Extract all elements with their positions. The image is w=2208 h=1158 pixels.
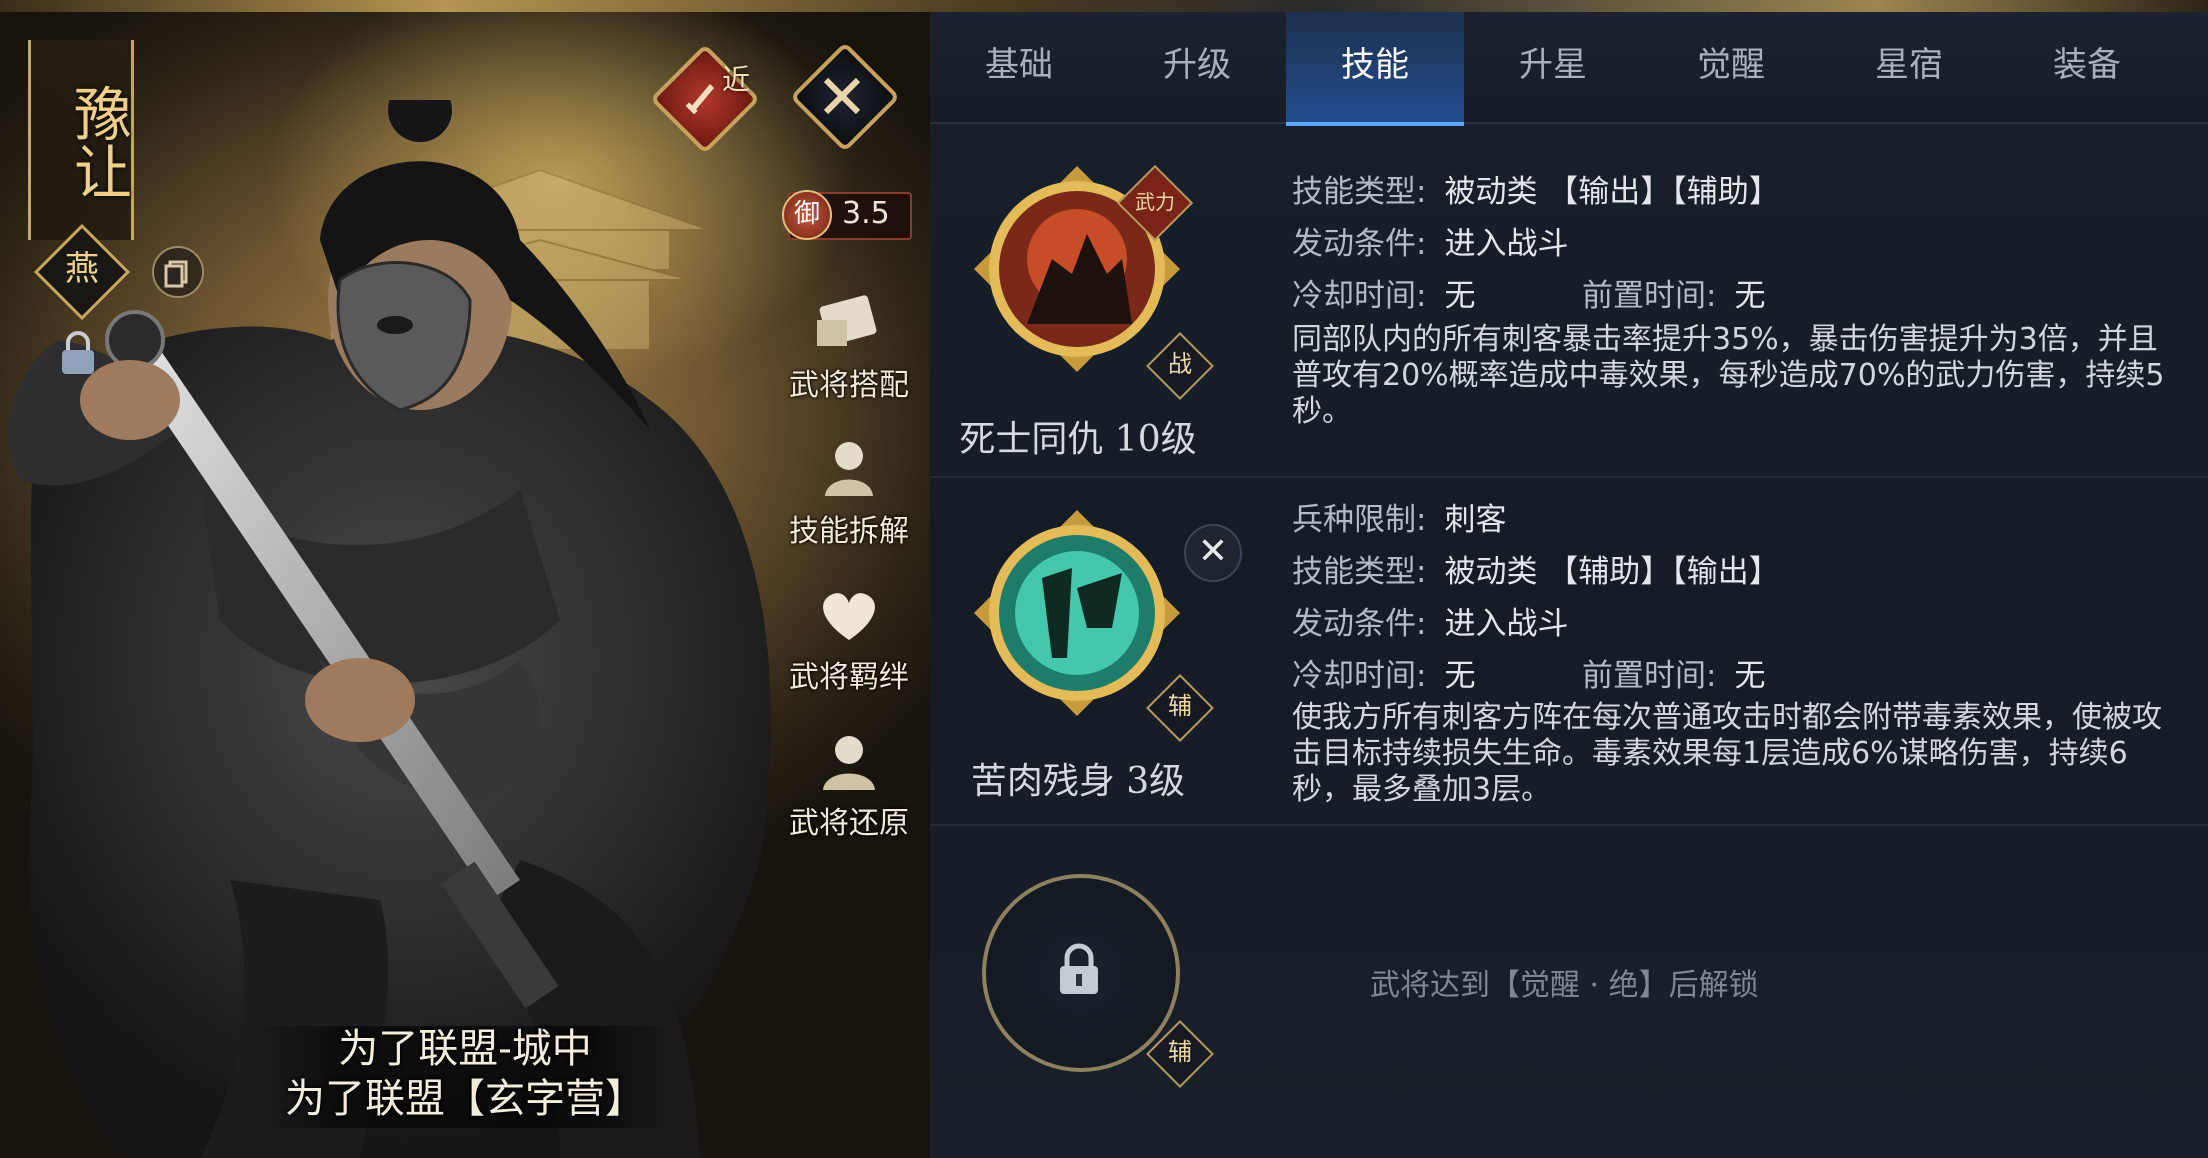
caption-line-2: 为了联盟【玄字营】: [285, 1076, 645, 1122]
general-icon: [823, 736, 875, 790]
lock-icon[interactable]: [58, 330, 98, 376]
skill-2-type-value: 被动类 【辅助】【输出】: [1444, 554, 1780, 590]
hero-pairing-button[interactable]: 武将搭配: [784, 290, 914, 403]
tab-basic[interactable]: 基础: [930, 12, 1108, 122]
tab-upgrade[interactable]: 升级: [1108, 12, 1286, 122]
skill-row-2: ✕ 辅 苦肉残身 3级 兵种限制: 刺客 技能类型: 被动类 【辅助】【输出】 发动…: [930, 478, 2208, 826]
skill-panel: 基础 升级 技能 升星 觉醒 星宿 装备 武力 战 死士同仇 10级 技能类型:…: [930, 12, 2208, 1158]
skill-2-cooldown-value: 无: [1444, 658, 1476, 694]
top-border: [0, 0, 2208, 12]
skill-breakdown-button[interactable]: 技能拆解: [784, 436, 914, 549]
skill-1-precast-value: 无: [1734, 278, 1766, 314]
skill-2-trigger-key: 发动条件:: [1292, 606, 1427, 642]
hero-restore-label: 武将还原: [789, 806, 909, 841]
skill-1-name: 死士同仇 10级: [959, 419, 1197, 460]
skill-2-limit-attr: 兵种限制: 刺客: [1292, 494, 1506, 539]
skill-1-trigger-value: 进入战斗: [1444, 226, 1569, 262]
skill-1-precast-attr: 前置时间: 无: [1582, 270, 1765, 315]
skill-1-role-label: 战: [1168, 350, 1192, 378]
hearts-icon: [823, 593, 875, 640]
tab-star-up[interactable]: 升星: [1464, 12, 1642, 122]
close-icon[interactable]: ✕: [1184, 524, 1242, 582]
skill-1-type-value: 被动类 【输出】【辅助】: [1444, 174, 1780, 210]
skill-2-type-key: 技能类型:: [1292, 554, 1427, 590]
hero-restore-button[interactable]: 武将还原: [784, 728, 914, 841]
skill-2-precast-key: 前置时间:: [1582, 658, 1717, 694]
scholar-icon: [825, 442, 873, 496]
tab-skills[interactable]: 技能: [1286, 12, 1464, 126]
skill-1-precast-key: 前置时间:: [1582, 278, 1717, 314]
skill-1-type-attr: 技能类型: 被动类 【输出】【辅助】: [1292, 166, 1780, 211]
copy-icon[interactable]: [152, 246, 204, 298]
skill-2-role-label: 辅: [1168, 692, 1192, 720]
skill-2-limit-key: 兵种限制:: [1292, 502, 1427, 538]
defense-label: 御: [782, 190, 832, 240]
scroll-icon: [817, 295, 877, 346]
skill-1-cooldown-value: 无: [1444, 278, 1476, 314]
tab-equipment[interactable]: 装备: [1998, 12, 2176, 122]
unlock-requirement: 武将达到【觉醒 · 绝】后解锁: [1370, 968, 1759, 1003]
skill-breakdown-label: 技能拆解: [789, 514, 909, 549]
skill-1-trigger-key: 发动条件:: [1292, 226, 1427, 262]
skill-2-type-attr: 技能类型: 被动类 【辅助】【输出】: [1292, 546, 1780, 591]
skill-1-trigger-attr: 发动条件: 进入战斗: [1292, 218, 1568, 263]
skill-2-precast-value: 无: [1734, 658, 1766, 694]
skill-1-type-key: 技能类型:: [1292, 174, 1427, 210]
alliance-caption: 为了联盟-城中 为了联盟【玄字营】: [0, 1024, 930, 1124]
skill-2-name: 苦肉残身 3级: [970, 761, 1186, 802]
skill-row-1: 武力 战 死士同仇 10级 技能类型: 被动类 【输出】【辅助】 发动条件: 进入战…: [930, 124, 2208, 478]
hero-name: 豫让: [64, 84, 132, 200]
skill-1-cooldown-attr: 冷却时间: 无: [1292, 270, 1475, 315]
skill-1-description: 同部队内的所有刺客暴击率提升35%，暴击伤害提升为3倍，并且普攻有20%概率造成…: [1292, 322, 2165, 429]
hero-bond-button[interactable]: 武将羁绊: [784, 582, 914, 695]
skill-2-trigger-attr: 发动条件: 进入战斗: [1292, 598, 1568, 643]
caption-line-1: 为了联盟-城中: [338, 1026, 592, 1072]
skill-2-limit-value: 刺客: [1444, 502, 1507, 538]
hero-portrait-panel: 豫让 燕 近 御 3.5 武将搭配 技能拆解 武将羁绊 武将还原 为了联盟-城中: [0, 0, 930, 1158]
defense-value: 3.5: [842, 196, 890, 231]
skill-2-icon[interactable]: [972, 508, 1182, 718]
range-tag: 近: [722, 63, 751, 96]
skill-2-trigger-value: 进入战斗: [1444, 606, 1569, 642]
tab-constellation[interactable]: 星宿: [1820, 12, 1998, 122]
hero-name-plate: 豫让: [28, 40, 134, 240]
tab-bar: 基础 升级 技能 升星 觉醒 星宿 装备: [930, 12, 2208, 126]
skill-2-cooldown-key: 冷却时间:: [1292, 658, 1427, 694]
skill-1-cooldown-key: 冷却时间:: [1292, 278, 1427, 314]
locked-slot-role-label: 辅: [1168, 1038, 1192, 1066]
skill-2-description: 使我方所有刺客方阵在每次普通攻击时都会附带毒素效果，使被攻击目标持续损失生命。毒…: [1292, 700, 2162, 807]
skill-2-precast-attr: 前置时间: 无: [1582, 650, 1765, 695]
hero-bond-label: 武将羁绊: [789, 660, 909, 695]
crossed-swords-icon: [823, 77, 861, 115]
padlock-icon: [1060, 943, 1098, 994]
hero-pairing-label: 武将搭配: [789, 368, 909, 403]
skill-2-cooldown-attr: 冷却时间: 无: [1292, 650, 1475, 695]
sword-class-icon: [685, 84, 714, 115]
skill-1-type-label: 武力: [1135, 190, 1175, 214]
tab-awaken[interactable]: 觉醒: [1642, 12, 1820, 122]
faction-label: 燕: [65, 249, 99, 289]
